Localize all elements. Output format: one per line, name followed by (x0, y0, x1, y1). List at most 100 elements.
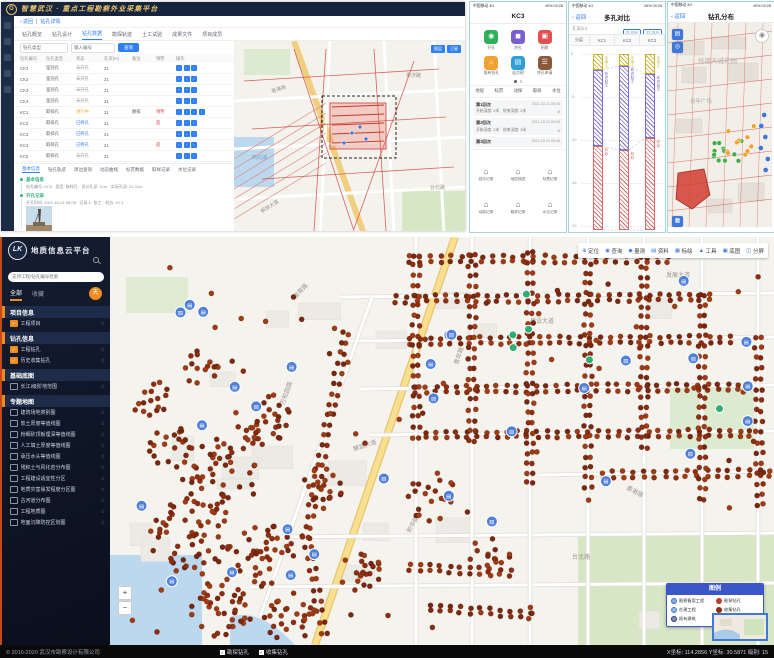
zoom-out-button[interactable]: − (118, 601, 132, 615)
project-marker[interactable]: ▤ (742, 381, 753, 392)
star-icon[interactable]: ☆ (101, 443, 105, 449)
rail-icon-4[interactable] (4, 86, 11, 93)
project-marker[interactable]: ▤ (486, 516, 497, 527)
poi-marker[interactable] (509, 331, 517, 339)
project-marker[interactable]: ▤ (600, 476, 611, 487)
project-marker[interactable]: ▤ (166, 576, 177, 587)
project-marker[interactable]: ▤ (688, 353, 699, 364)
toolbar-item[interactable]: ▲工具 (699, 247, 717, 255)
poi-marker[interactable] (522, 290, 530, 298)
site-photo[interactable] (26, 206, 228, 231)
desktop-tab[interactable]: 钻孔概览 (22, 31, 42, 40)
project-marker[interactable]: ▤ (425, 359, 436, 370)
round-card[interactable]: 第3回次2021-10-21 09:48 (473, 137, 563, 147)
back-button[interactable]: ‹ 返回 (671, 12, 685, 20)
record-shortcut[interactable]: ⌂标贯记录 (543, 167, 558, 182)
action-button[interactable]: ▫ (191, 120, 197, 126)
project-marker[interactable]: ▤ (446, 329, 457, 340)
locate-button[interactable]: ◎ (672, 42, 683, 53)
action-button[interactable]: ▫ (191, 65, 197, 71)
poi-marker[interactable] (585, 356, 593, 364)
layer-checkbox[interactable] (10, 442, 18, 450)
desktop-tab[interactable]: 钻孔数据 (82, 30, 102, 40)
project-marker[interactable]: ▤ (175, 307, 186, 318)
action-button[interactable]: ▫ (184, 87, 190, 93)
toolbar-item[interactable]: ▤资料 (651, 247, 669, 255)
app-shortcut[interactable]: ▤岩芯图 (505, 56, 532, 77)
action-button[interactable]: ▫ (191, 131, 197, 137)
detail-tab[interactable]: 水位记录 (178, 167, 196, 173)
layer-item[interactable]: 古河道分布图☆ (2, 495, 110, 506)
action-button[interactable]: ▫ (199, 109, 205, 115)
desktop-tab[interactable]: 土工试验 (142, 31, 162, 40)
borehole-id-input[interactable] (71, 43, 115, 53)
star-icon[interactable]: ☆ (101, 410, 105, 416)
project-marker[interactable]: ▤ (378, 473, 389, 484)
action-button[interactable]: ▫ (191, 87, 197, 93)
layer-item[interactable]: 工程建设适宜性分区☆ (2, 473, 110, 484)
section-header[interactable]: 基础底图 (2, 369, 110, 381)
app-shortcut[interactable]: ⌂既有钻孔 (478, 56, 505, 77)
layer-checkbox[interactable] (10, 420, 18, 428)
table-row[interactable]: KC5取样孔未开孔21▫▫▫ (14, 151, 234, 162)
action-button[interactable]: ▫ (184, 76, 190, 82)
star-icon[interactable]: ☆ (101, 498, 105, 504)
record-shortcut[interactable]: ⌂动探记录 (479, 200, 494, 215)
poi-marker[interactable] (509, 344, 517, 352)
desktop-tab[interactable]: 成果文件 (172, 31, 192, 40)
layer-item[interactable]: 建筑场地类别图☆ (2, 407, 110, 418)
project-marker[interactable]: ▤ (620, 355, 631, 366)
toolbar-item[interactable]: ⊕定位 (582, 247, 599, 255)
layer-checkbox[interactable] (10, 475, 18, 483)
project-marker[interactable]: ▤ (136, 500, 147, 511)
desktop-tab[interactable]: 钻孔设计 (52, 31, 72, 40)
overview-minimap[interactable] (712, 613, 768, 641)
layer-item[interactable]: 软土厚度等值线图☆ (2, 418, 110, 429)
settings-button[interactable]: ◉ (755, 29, 769, 43)
layer-checkbox[interactable] (10, 519, 18, 527)
desktop-tab[interactable]: 项目成员 (202, 31, 222, 40)
layer-checkbox[interactable] (10, 383, 18, 391)
action-button[interactable]: ▫ (184, 65, 190, 71)
table-row[interactable]: CK1鉴别孔未开孔21▫▫▫ (14, 63, 234, 74)
project-marker[interactable]: ▤ (229, 381, 240, 392)
table-row[interactable]: CK3鉴别孔未开孔21▫▫▫ (14, 85, 234, 96)
star-icon[interactable]: ☆ (101, 384, 105, 390)
borehole-type-select[interactable] (20, 43, 68, 53)
toolbar-item[interactable]: ◆量测 (628, 247, 645, 255)
layers-button[interactable]: ▤ (672, 29, 683, 40)
action-button[interactable]: ▫ (176, 65, 182, 71)
action-button[interactable]: ▫ (176, 87, 182, 93)
layer-checkbox[interactable]: ✓ (10, 320, 18, 328)
record-tab[interactable]: 取样 (533, 88, 542, 94)
star-icon[interactable]: ☆ (101, 520, 105, 526)
action-button[interactable]: ▫ (184, 109, 190, 115)
project-marker[interactable]: ▤ (506, 426, 517, 437)
footer-check[interactable]: ✓收集钻孔 (259, 648, 288, 656)
layer-item[interactable]: ✓工程项目☆ (2, 318, 110, 329)
layer-item[interactable]: 工程地质图☆ (2, 506, 110, 517)
table-row[interactable]: KC4取样孔已终孔21超▫▫▫ (14, 140, 234, 151)
legend-button[interactable]: ▦ (672, 216, 683, 227)
action-button[interactable]: ▫ (176, 142, 182, 148)
toolbar-item[interactable]: ◫分屏 (746, 247, 764, 255)
action-button[interactable]: ▫ (191, 76, 197, 82)
action-button[interactable]: ▫ (184, 153, 190, 159)
desktop-tab[interactable]: 勘探轨迹 (112, 31, 132, 40)
footer-check[interactable]: ✓勘探钻孔 (220, 648, 249, 656)
record-tab[interactable]: 标贯 (494, 88, 503, 94)
basemap-toggle-button[interactable]: 天 (89, 287, 102, 300)
sidebar-tab[interactable]: 全部 (10, 288, 22, 301)
table-row[interactable]: CK4鉴别孔未开孔21▫▫▫ (14, 96, 234, 107)
app-shortcut[interactable]: ◼终孔 (505, 30, 532, 51)
desktop-map[interactable]: 香港路惠济路台北路解放大道西北湖 图层卫星 (234, 41, 465, 231)
section-header[interactable]: 专题地图 (2, 395, 110, 407)
layer-checkbox[interactable] (10, 497, 18, 505)
layer-item[interactable]: 残积土与风化岩分布图☆ (2, 462, 110, 473)
toolbar-item[interactable]: ▦标绘 (675, 247, 693, 255)
distribution-map[interactable]: 统建天城花园青年广场 ▤ ◎ ◉ ▦ (668, 23, 774, 232)
project-marker[interactable]: ▤ (286, 361, 297, 372)
table-row[interactable]: KC3取样孔已终孔21▫▫▫ (14, 129, 234, 140)
project-marker[interactable]: ▤ (309, 549, 320, 560)
chevron-down-icon[interactable]: ∨ (557, 128, 560, 133)
